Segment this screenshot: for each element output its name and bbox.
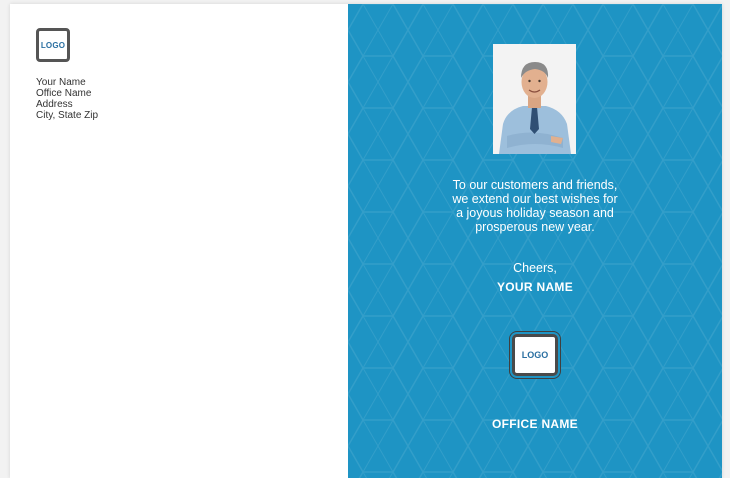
holiday-message: To our customers and friends, we extend … [385, 178, 685, 234]
card-inside-left: LOGO Your Name Office Name Address City,… [10, 4, 348, 478]
office-logo: LOGO [512, 334, 558, 376]
portrait-photo [493, 44, 576, 154]
return-city: City, State Zip [36, 110, 99, 121]
return-street: Address [36, 99, 73, 110]
signature-name: YOUR NAME [496, 280, 574, 294]
return-name: Your Name [36, 77, 86, 88]
return-logo-text: LOGO [40, 40, 66, 50]
return-office: Office Name [36, 88, 92, 99]
message-line: we extend our best wishes for [452, 192, 618, 206]
message-line: prosperous new year. [475, 220, 595, 234]
return-logo: LOGO [36, 28, 70, 62]
office-logo-text: LOGO [521, 350, 549, 360]
message-line: a joyous holiday season and [456, 206, 614, 220]
office-name: OFFICE NAME [492, 417, 578, 431]
closing-text: Cheers, [513, 261, 557, 275]
greeting-card: LOGO Your Name Office Name Address City,… [10, 4, 722, 478]
message-line: To our customers and friends, [452, 178, 618, 192]
return-address: Your Name Office Name Address City, Stat… [36, 77, 98, 121]
card-inside-right: To our customers and friends, we extend … [348, 4, 722, 478]
